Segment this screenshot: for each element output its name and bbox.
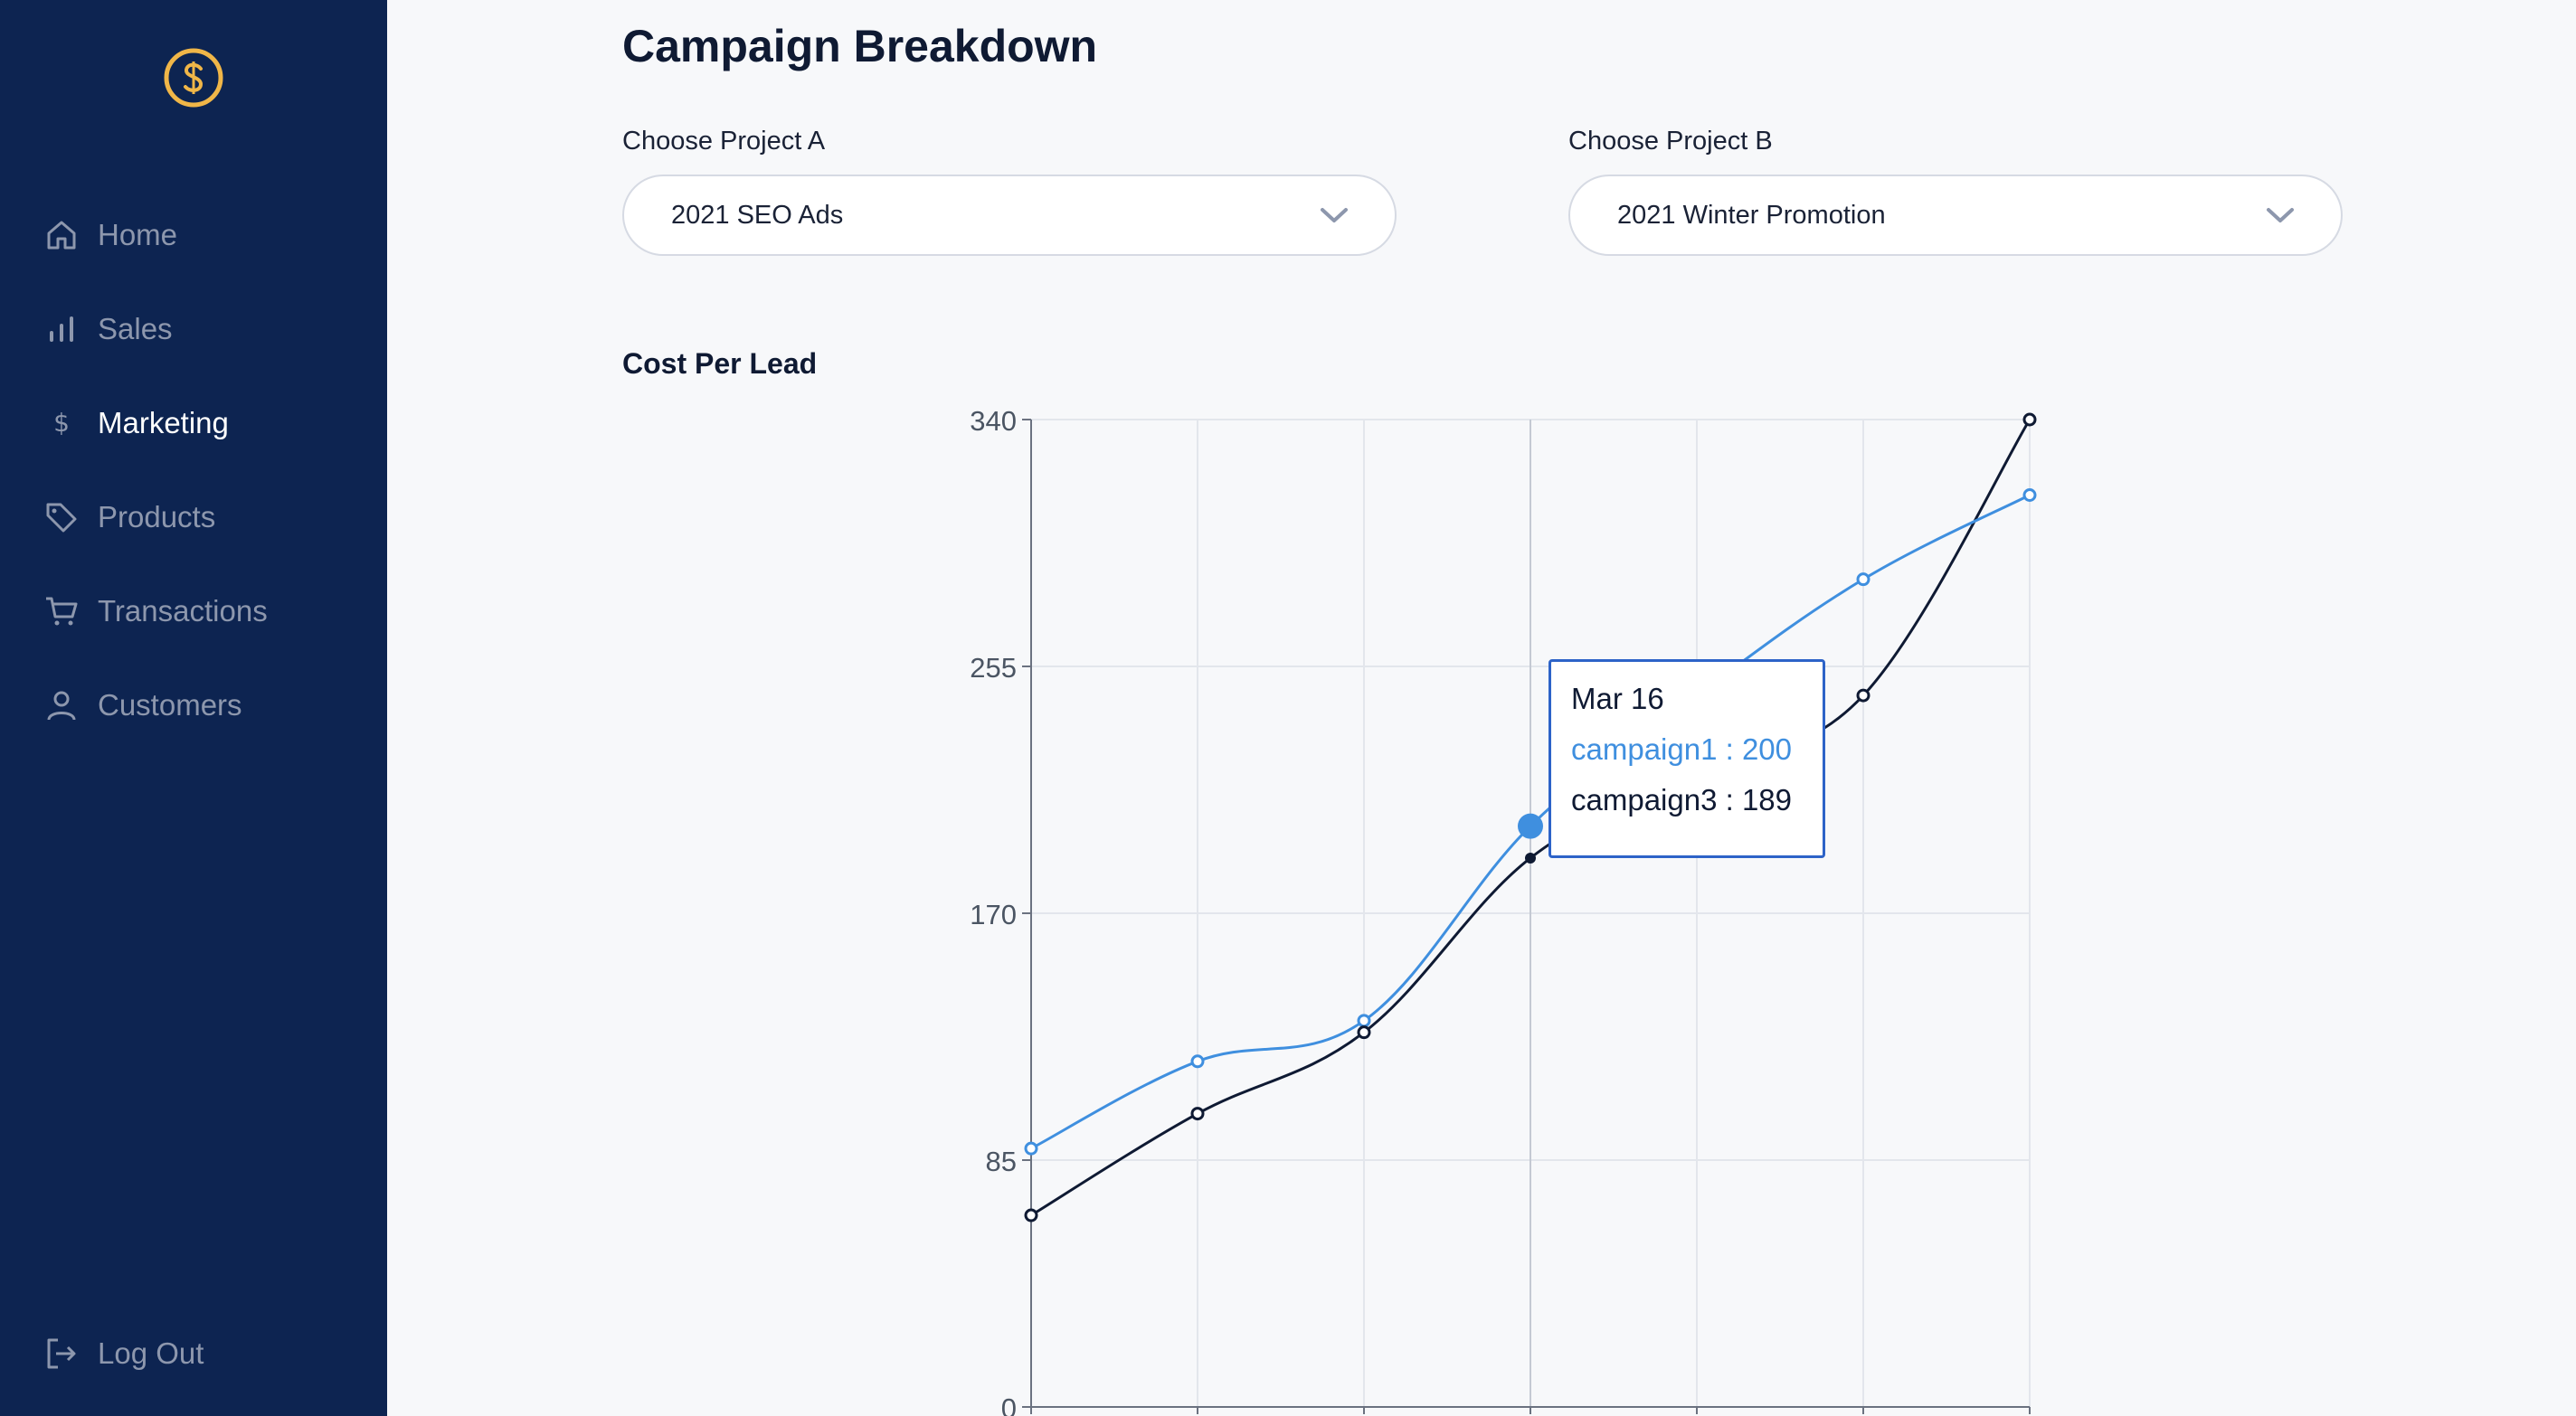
dollar-icon: $ (43, 405, 80, 441)
data-point-campaign1 (2022, 488, 2037, 503)
sidebar-item-products[interactable]: Products (43, 490, 215, 544)
sidebar-item-label: Marketing (98, 406, 229, 439)
y-tick-label: 170 (970, 899, 1017, 930)
data-point-campaign1 (1024, 1141, 1038, 1156)
data-point-campaign3 (1190, 1107, 1205, 1121)
user-icon (43, 687, 80, 723)
cart-icon (43, 593, 80, 629)
y-tick-label: 85 (986, 1146, 1017, 1177)
sidebar-item-customers[interactable]: Customers (43, 678, 242, 732)
data-point-campaign3 (2022, 412, 2037, 427)
tag-icon (43, 499, 80, 535)
data-point-campaign1 (1190, 1054, 1205, 1069)
sidebar-item-label: Products (98, 500, 216, 533)
data-point-campaign1 (1856, 572, 1870, 587)
logout-label: Log Out (98, 1336, 204, 1370)
sidebar-item-sales[interactable]: Sales (43, 302, 173, 356)
tooltip-series-2: campaign3 : 189 (1571, 783, 1793, 817)
sidebar-item-marketing[interactable]: $ Marketing (43, 396, 229, 450)
y-tick-label: 255 (970, 652, 1017, 684)
svg-text:$: $ (53, 408, 70, 438)
sidebar-item-label: Transactions (98, 594, 268, 628)
sidebar-item-transactions[interactable]: Transactions (43, 584, 268, 638)
y-tick-label: 340 (970, 405, 1017, 437)
data-point-campaign1 (1357, 1014, 1371, 1028)
home-icon (43, 217, 80, 253)
data-point-campaign3 (1024, 1208, 1038, 1222)
active-point-campaign1 (1518, 813, 1543, 839)
main-content: Campaign Breakdown Choose Project A 2021… (387, 0, 2576, 1416)
data-point-campaign3 (1856, 688, 1870, 703)
data-point-campaign3 (1357, 1025, 1371, 1040)
sidebar-item-label: Sales (98, 312, 173, 345)
tooltip-date: Mar 16 (1571, 682, 1664, 715)
chart-tooltip: Mar 16 campaign1 : 200 campaign3 : 189 (1548, 659, 1825, 858)
cost-per-lead-chart[interactable]: 340 255 170 85 0 (387, 0, 2576, 1416)
y-tick-label: 0 (1001, 1392, 1017, 1416)
sidebar-item-home[interactable]: Home (43, 208, 177, 262)
bar-chart-icon (43, 311, 80, 347)
brand-logo-icon[interactable] (161, 45, 226, 110)
sidebar-item-label: Home (98, 218, 178, 251)
logout-icon (43, 1336, 80, 1372)
sidebar: Home Sales $ Marketing Products Transact… (0, 0, 387, 1416)
active-point-campaign3 (1525, 852, 1536, 864)
tooltip-series-1: campaign1 : 200 (1571, 732, 1793, 766)
logout-button[interactable]: Log Out (43, 1326, 204, 1381)
sidebar-item-label: Customers (98, 688, 242, 722)
